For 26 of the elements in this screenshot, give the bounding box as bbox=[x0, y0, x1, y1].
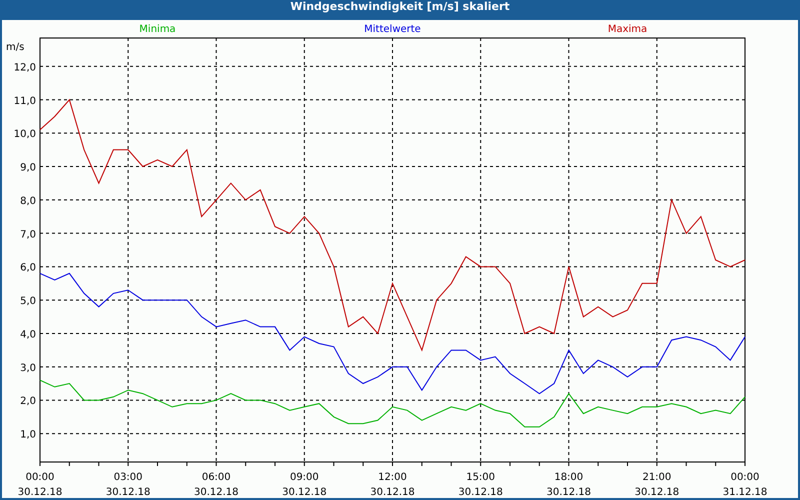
y-tick-label: 6,0 bbox=[20, 262, 36, 274]
y-tick-label: 9,0 bbox=[20, 162, 36, 174]
y-tick-label: 3,0 bbox=[20, 362, 36, 374]
y-tick-label: 12,0 bbox=[14, 62, 36, 74]
legend-label: Mittelwerte bbox=[364, 24, 421, 35]
x-tick-label: 06:00 30.12.18 bbox=[194, 472, 239, 498]
y-tick-label: 8,0 bbox=[20, 196, 36, 207]
x-tick-label: 03:00 30.12.18 bbox=[106, 472, 150, 498]
x-tick-label: 00:00 30.12.18 bbox=[18, 472, 62, 498]
y-tick-label: 4,0 bbox=[20, 329, 36, 340]
x-tick-label: 21:00 30.12.18 bbox=[634, 472, 680, 498]
y-tick-label: 5,0 bbox=[20, 296, 36, 308]
legend-label: Minima bbox=[139, 24, 176, 35]
y-tick-label: 10,0 bbox=[14, 129, 36, 140]
x-tick-label: 15:00 30.12.18 bbox=[458, 472, 503, 498]
legend-label: Maxima bbox=[608, 24, 648, 35]
x-tick-label: 18:00 30.12.18 bbox=[546, 472, 592, 498]
y-tick-label: 1,0 bbox=[20, 430, 36, 441]
y-tick-label: 7,0 bbox=[20, 229, 36, 240]
x-tick-label: 09:00 30.12.18 bbox=[282, 472, 327, 498]
y-axis-label: m/s bbox=[6, 42, 24, 53]
x-tick-label: 00:00 31.12.18 bbox=[722, 472, 768, 498]
y-tick-label: 11,0 bbox=[14, 96, 36, 107]
window-title: Windgeschwindigkeit [m/s] skaliert bbox=[289, 0, 511, 15]
x-tick-label: 12:00 30.12.18 bbox=[370, 472, 415, 498]
y-tick-label: 2,0 bbox=[20, 396, 36, 408]
